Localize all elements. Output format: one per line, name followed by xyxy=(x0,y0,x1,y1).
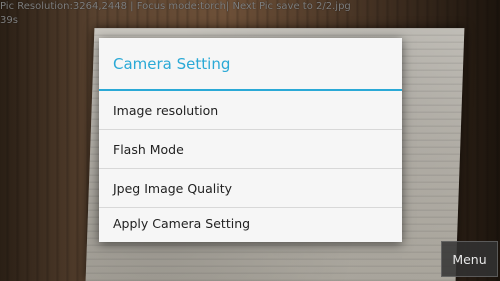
status-info-text: Pic Resolution:3264,2448 | Focus mode:to… xyxy=(0,1,351,12)
option-jpeg-image-quality[interactable]: Jpeg Image Quality xyxy=(99,169,402,207)
camera-setting-dialog: Camera Setting Image resolution Flash Mo… xyxy=(99,38,402,242)
menu-button[interactable]: Menu xyxy=(441,241,498,277)
option-flash-mode[interactable]: Flash Mode xyxy=(99,130,402,168)
dialog-title: Camera Setting xyxy=(113,54,231,73)
timer-counter: 39s xyxy=(0,15,18,26)
option-image-resolution[interactable]: Image resolution xyxy=(99,91,402,129)
option-apply-camera-setting[interactable]: Apply Camera Setting xyxy=(99,204,402,242)
